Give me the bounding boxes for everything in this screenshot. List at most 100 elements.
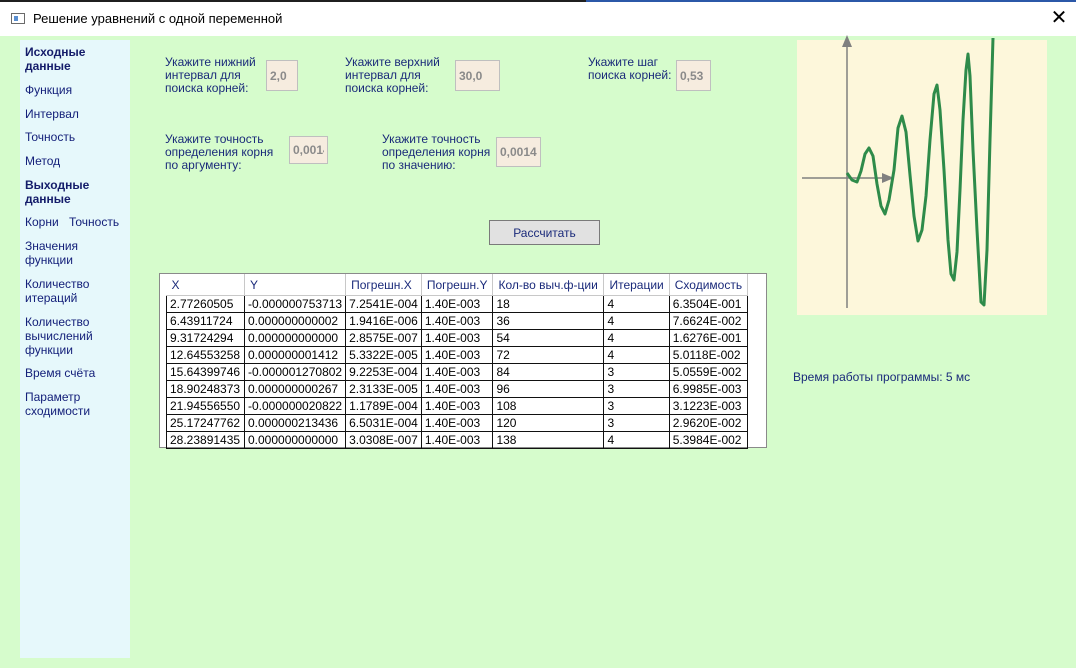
table-cell[interactable]: 1.6276E-001	[668, 329, 749, 347]
table-cell[interactable]: 84	[492, 363, 605, 381]
sidebar-item-roots[interactable]: Корни	[25, 215, 59, 229]
table-row[interactable]: 18.90248373 0.000000000267 2.3133E-005 1.40…	[166, 380, 749, 398]
sidebar-item-iterations[interactable]: Количество итераций	[25, 277, 100, 305]
table-cell[interactable]: 36	[492, 312, 605, 330]
table-cell[interactable]: 5.3984E-002	[668, 431, 749, 449]
column-header-evaluations[interactable]: Кол-во выч.ф-ции	[492, 274, 605, 296]
table-cell[interactable]: 9.2253E-004	[345, 363, 422, 381]
arg-precision-input[interactable]	[289, 136, 328, 164]
table-cell[interactable]: 25.17247762	[166, 414, 245, 432]
column-header-convergence[interactable]: Сходимость	[669, 274, 749, 296]
table-cell[interactable]: 0.000000000000	[243, 431, 347, 449]
table-cell[interactable]: 1.1789E-004	[345, 397, 422, 415]
table-cell[interactable]: 0.000000001412	[243, 346, 347, 364]
table-row[interactable]: 25.17247762 0.000000213436 6.5031E-004 1.40…	[166, 414, 749, 432]
upper-bound-input[interactable]	[455, 60, 500, 91]
table-row[interactable]: 2.77260505 -0.000000753713 7.2541E-004 1.40…	[166, 295, 749, 313]
table-cell[interactable]: 0.000000000267	[243, 380, 347, 398]
results-grid[interactable]: X Y Погрешн.X Погрешн.Y Кол-во выч.ф-ции…	[159, 273, 767, 449]
table-row[interactable]: 12.64553258 0.000000001412 5.3322E-005 1.40…	[166, 346, 749, 364]
table-cell[interactable]: -0.000001270802	[243, 363, 347, 381]
sidebar-item-function[interactable]: Функция	[25, 83, 72, 97]
table-row[interactable]: 15.64399746 -0.000001270802 9.2253E-004 1.4…	[166, 363, 749, 381]
table-cell[interactable]: 72	[492, 346, 605, 364]
table-cell[interactable]: 3.1223E-003	[668, 397, 749, 415]
table-row[interactable]: 9.31724294 0.000000000000 2.8575E-007 1.40E…	[166, 329, 749, 347]
table-row[interactable]: 6.43911724 0.000000000002 1.9416E-006 1.40E…	[166, 312, 749, 330]
sidebar-item-evaluations[interactable]: Количество вычислений функции	[25, 315, 105, 357]
calculate-button[interactable]: Рассчитать	[489, 220, 600, 245]
table-row[interactable]: 28.23891435 0.000000000000 3.0308E-007 1.40…	[166, 431, 749, 449]
table-cell[interactable]: 2.9620E-002	[668, 414, 749, 432]
step-input[interactable]	[676, 60, 711, 91]
table-cell[interactable]: -0.000000753713	[243, 295, 347, 313]
table-cell[interactable]: 1.9416E-006	[345, 312, 422, 330]
table-cell[interactable]: 5.0559E-002	[668, 363, 749, 381]
table-cell[interactable]: 1.40E-003	[420, 329, 494, 347]
table-cell[interactable]: 54	[492, 329, 605, 347]
table-cell[interactable]: 15.64399746	[166, 363, 245, 381]
table-cell[interactable]: 5.3322E-005	[345, 346, 422, 364]
column-header-error-y[interactable]: Погрешн.Y	[421, 274, 494, 296]
sidebar-item-method[interactable]: Метод	[25, 154, 60, 168]
table-cell[interactable]: 1.40E-003	[420, 414, 494, 432]
table-cell[interactable]: 138	[492, 431, 605, 449]
table-cell[interactable]: 108	[492, 397, 605, 415]
table-cell[interactable]: 3.0308E-007	[345, 431, 422, 449]
table-cell[interactable]: 18	[492, 295, 605, 313]
column-header-error-x[interactable]: Погрешн.X	[345, 274, 422, 296]
close-button[interactable]: ✕	[1042, 2, 1076, 36]
table-cell[interactable]: 21.94556550	[166, 397, 245, 415]
table-cell[interactable]: 1.40E-003	[420, 363, 494, 381]
table-cell[interactable]: 5.0118E-002	[668, 346, 749, 364]
table-cell[interactable]: 4	[603, 431, 670, 449]
table-cell[interactable]: 2.8575E-007	[345, 329, 422, 347]
table-cell[interactable]: 18.90248373	[166, 380, 245, 398]
sidebar-item-root-precision[interactable]: Точность	[69, 215, 119, 229]
table-cell[interactable]: 12.64553258	[166, 346, 245, 364]
table-cell[interactable]: 7.6624E-002	[668, 312, 749, 330]
table-cell[interactable]: 6.9985E-003	[668, 380, 749, 398]
table-cell[interactable]: 9.31724294	[166, 329, 245, 347]
lower-bound-input[interactable]	[266, 60, 298, 91]
sidebar-item-function-values[interactable]: Значения функции	[25, 239, 95, 267]
table-cell[interactable]: 4	[603, 295, 670, 313]
sidebar-header-input[interactable]: Исходные данные	[25, 45, 120, 73]
value-precision-input[interactable]	[496, 137, 541, 167]
sidebar-item-convergence[interactable]: Параметр сходимости	[25, 390, 100, 418]
table-cell[interactable]: 2.77260505	[166, 295, 245, 313]
sidebar-item-interval[interactable]: Интервал	[25, 107, 79, 121]
table-cell[interactable]: 1.40E-003	[420, 346, 494, 364]
table-cell[interactable]: 0.000000000000	[243, 329, 347, 347]
table-cell[interactable]: 1.40E-003	[420, 295, 494, 313]
column-header-iterations[interactable]: Итерации	[603, 274, 670, 296]
table-cell[interactable]: 7.2541E-004	[345, 295, 422, 313]
table-cell[interactable]: 3	[603, 397, 670, 415]
table-cell[interactable]: 3	[603, 414, 670, 432]
table-cell[interactable]: 96	[492, 380, 605, 398]
table-cell[interactable]: 28.23891435	[166, 431, 245, 449]
table-cell[interactable]: 4	[603, 346, 670, 364]
table-cell[interactable]: -0.000000020822	[243, 397, 347, 415]
column-header-y[interactable]: Y	[244, 274, 347, 296]
table-cell[interactable]: 3	[603, 380, 670, 398]
table-cell[interactable]: 4	[603, 312, 670, 330]
table-cell[interactable]: 120	[492, 414, 605, 432]
sidebar-item-time[interactable]: Время счёта	[25, 366, 95, 380]
table-cell[interactable]: 1.40E-003	[420, 380, 494, 398]
table-cell[interactable]: 6.3504E-001	[668, 295, 749, 313]
table-cell[interactable]: 3	[603, 363, 670, 381]
table-cell[interactable]: 4	[603, 329, 670, 347]
table-cell[interactable]: 6.5031E-004	[345, 414, 422, 432]
table-cell[interactable]: 0.000000213436	[243, 414, 347, 432]
table-cell[interactable]: 1.40E-003	[420, 397, 494, 415]
table-cell[interactable]: 2.3133E-005	[345, 380, 422, 398]
table-cell[interactable]: 1.40E-003	[420, 431, 494, 449]
sidebar-header-output[interactable]: Выходные данные	[25, 178, 120, 206]
table-cell[interactable]: 0.000000000002	[243, 312, 347, 330]
sidebar-item-precision[interactable]: Точность	[25, 130, 75, 144]
table-cell[interactable]: 6.43911724	[166, 312, 245, 330]
table-cell[interactable]: 1.40E-003	[420, 312, 494, 330]
column-header-x[interactable]: X	[166, 274, 245, 296]
table-row[interactable]: 21.94556550 -0.000000020822 1.1789E-004 1.4…	[166, 397, 749, 415]
